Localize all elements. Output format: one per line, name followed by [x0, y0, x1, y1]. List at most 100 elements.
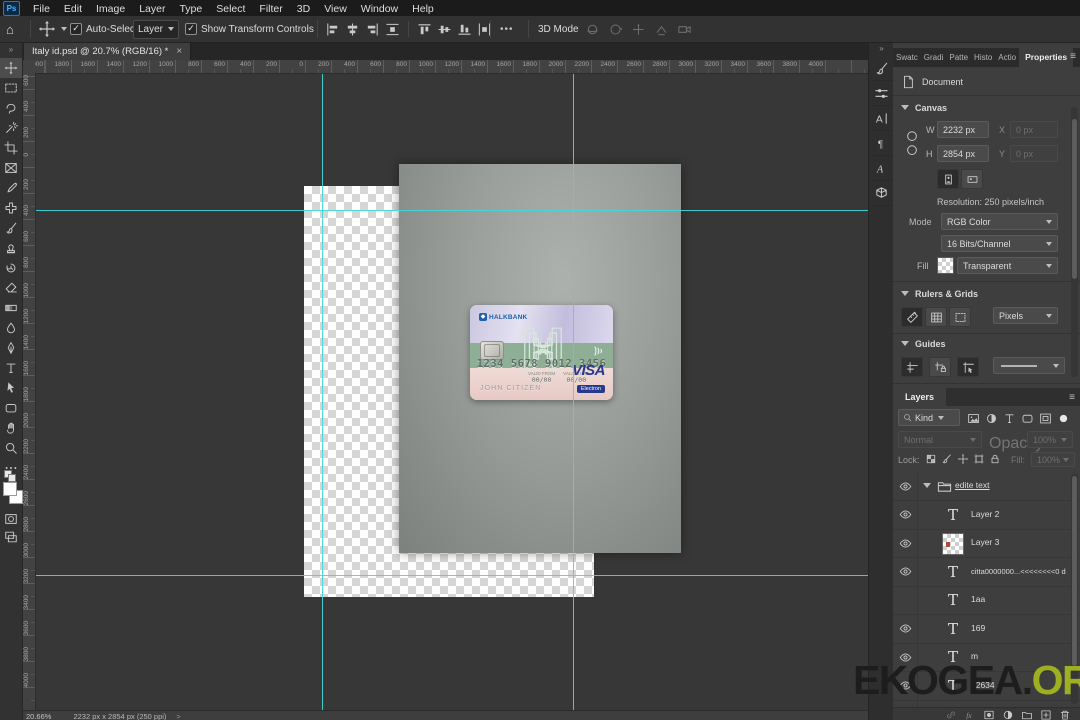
tab-swatc[interactable]: Swatc [893, 48, 921, 67]
pen-tool[interactable] [0, 338, 22, 358]
edit-guides-button[interactable] [957, 357, 979, 377]
align-top-icon[interactable] [417, 22, 432, 37]
quick-mask-button[interactable] [0, 510, 22, 528]
credit-card[interactable]: H H H H ◆ HALKBANK 1234 5678 9012 3456 V… [470, 305, 613, 400]
align-right-icon[interactable] [365, 22, 380, 37]
filter-toggle-icon[interactable] [1055, 410, 1071, 426]
type-layer-thumbnail[interactable]: T [943, 561, 963, 583]
toggle-grid-button[interactable] [925, 307, 947, 327]
guide-horizontal-1[interactable] [35, 210, 868, 211]
fill-swatch[interactable] [937, 257, 954, 274]
photoshop-logo[interactable]: Ps [3, 1, 20, 16]
layer-name[interactable]: 1aa [971, 594, 985, 604]
tab-gradi[interactable]: Gradi [921, 48, 947, 67]
guide-vertical-1[interactable] [322, 73, 323, 710]
tab-actio[interactable]: Actio [995, 48, 1019, 67]
foreground-color-swatch[interactable] [3, 482, 17, 496]
toggle-guides-button[interactable] [901, 357, 923, 377]
lock-pixels-icon[interactable] [941, 453, 955, 467]
visibility-toggle[interactable] [893, 529, 918, 557]
lock-transparent-icon[interactable] [925, 453, 939, 467]
character-panel-icon[interactable]: A [869, 106, 894, 131]
fill-dropdown[interactable]: Transparent [957, 257, 1058, 274]
menu-file[interactable]: File [26, 3, 57, 15]
align-middle-icon[interactable] [437, 22, 452, 37]
eraser-tool[interactable] [0, 278, 22, 298]
menu-view[interactable]: View [317, 3, 354, 15]
crop-tool[interactable] [0, 138, 22, 158]
toggle-pixel-grid-button[interactable] [949, 307, 971, 327]
layer-name[interactable]: Layer 2 [971, 509, 999, 519]
eyedropper-tool[interactable] [0, 178, 22, 198]
layer-thumbnail[interactable] [942, 533, 964, 555]
portrait-orientation-button[interactable] [937, 169, 959, 189]
screen-mode-button[interactable] [0, 528, 22, 546]
menu-help[interactable]: Help [405, 3, 441, 15]
canvas-height-field[interactable]: 2854 px [937, 145, 989, 162]
new-layer-icon[interactable] [1040, 708, 1053, 720]
menu-3d[interactable]: 3D [290, 3, 317, 15]
toggle-rulers-button[interactable] [901, 307, 923, 327]
tab-patte[interactable]: Patte [946, 48, 971, 67]
clone-stamp-tool[interactable] [0, 238, 22, 258]
landscape-orientation-button[interactable] [961, 169, 983, 189]
shape-filter-icon[interactable] [1019, 410, 1035, 426]
move-tool[interactable] [0, 58, 22, 78]
tab-histo[interactable]: Histo [971, 48, 995, 67]
align-h-center-icon[interactable] [345, 22, 360, 37]
document-tab[interactable]: Italy id.psd @ 20.7% (RGB/16) * × [24, 42, 191, 60]
tab-properties[interactable]: Properties [1019, 48, 1073, 67]
menu-layer[interactable]: Layer [132, 3, 172, 15]
menu-filter[interactable]: Filter [252, 3, 289, 15]
layer-name[interactable]: edite text [955, 480, 990, 490]
menu-edit[interactable]: Edit [57, 3, 89, 15]
layer-row-1aa[interactable]: T1aa [893, 586, 1080, 615]
link-dimensions-icon[interactable] [905, 129, 919, 159]
adjustment-layer-icon[interactable] [1002, 708, 1015, 720]
zoom-tool[interactable] [0, 438, 22, 458]
type-filter-icon[interactable] [1001, 410, 1017, 426]
zoom-level-field[interactable]: 20.66% [26, 712, 51, 720]
healing-brush-tool[interactable] [0, 198, 22, 218]
new-group-icon[interactable] [1021, 708, 1034, 720]
layer-name[interactable]: 169 [971, 623, 985, 633]
visibility-toggle[interactable] [893, 615, 918, 643]
layer-row-citta0000000-0-d[interactable]: Tcitta0000000...<<<<<<<<0 d [893, 558, 1080, 587]
canvas-section-header[interactable]: Canvas [901, 103, 947, 113]
hand-tool[interactable] [0, 418, 22, 438]
canvas-width-field[interactable]: 2232 px [937, 121, 989, 138]
rulers-grids-section-header[interactable]: Rulers & Grids [901, 289, 978, 299]
history-brush-tool[interactable] [0, 258, 22, 278]
auto-select-target-dropdown[interactable]: Layer [133, 16, 179, 42]
tool-preset-move[interactable] [38, 16, 67, 42]
pixel-filter-icon[interactable] [965, 410, 981, 426]
expand-group-icon[interactable] [923, 483, 931, 488]
layer-name[interactable]: Layer 3 [971, 537, 999, 547]
ruler-corner[interactable] [22, 60, 36, 74]
guide-vertical-2[interactable] [573, 73, 574, 710]
visibility-toggle[interactable] [893, 586, 918, 614]
status-chevron[interactable]: > [176, 712, 180, 720]
panel-menu-icon[interactable]: ≡ [1070, 51, 1076, 62]
align-bottom-icon[interactable] [457, 22, 472, 37]
visibility-toggle[interactable] [893, 472, 918, 500]
libraries-panel-icon[interactable] [869, 181, 894, 206]
adjustment-filter-icon[interactable] [983, 410, 999, 426]
menu-type[interactable]: Type [172, 3, 209, 15]
show-transform-checkbox[interactable]: ✓Show Transform Controls [185, 16, 314, 42]
more-options-button[interactable]: ••• [500, 16, 514, 42]
layer-kind-dropdown[interactable]: Kind [898, 409, 960, 426]
type-tool[interactable] [0, 358, 22, 378]
lock-artboard-icon[interactable] [973, 453, 987, 467]
marquee-tool[interactable] [0, 78, 22, 98]
object-selection-tool[interactable] [0, 118, 22, 138]
ruler-units-dropdown[interactable]: Pixels [993, 307, 1058, 324]
smart-object-filter-icon[interactable] [1037, 410, 1053, 426]
shape-tool[interactable] [0, 398, 22, 418]
lock-all-icon[interactable] [989, 453, 1003, 467]
layer-row-group[interactable]: edite text [893, 472, 1080, 501]
glyphs-panel-icon[interactable]: A [869, 156, 894, 181]
vertical-ruler[interactable]: 6004002000200400600800100012001400160018… [22, 73, 36, 710]
lock-guides-button[interactable] [929, 357, 951, 377]
visibility-toggle[interactable] [893, 558, 918, 586]
